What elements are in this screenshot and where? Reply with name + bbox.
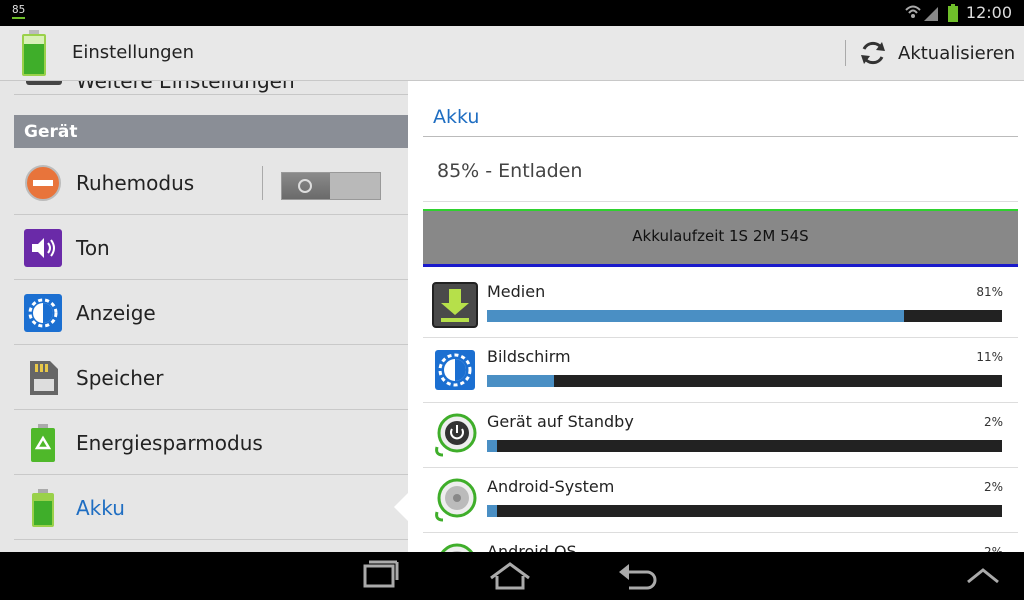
usage-percent: 81% — [976, 285, 1003, 299]
usage-name: Android OS — [487, 542, 577, 552]
signal-icon — [924, 7, 938, 21]
android-system-icon — [435, 478, 477, 522]
usage-name: Medien — [487, 282, 546, 301]
settings-item-akku[interactable]: Akku — [14, 475, 408, 540]
action-divider — [845, 40, 846, 66]
brightness-icon — [435, 350, 475, 390]
settings-item-label: Energiesparmodus — [76, 431, 263, 455]
more-settings-icon — [26, 81, 62, 85]
status-divider — [423, 201, 1018, 202]
sd-card-icon — [30, 361, 58, 395]
brightness-icon — [24, 294, 62, 332]
navigation-bar — [0, 552, 1024, 600]
battery-status: 85% - Entladen — [437, 160, 583, 182]
chevron-up-icon[interactable] — [958, 560, 1008, 592]
status-bar: 85 12:00 — [0, 0, 1024, 26]
battery-status-icon — [948, 4, 958, 22]
usage-bar-fill — [487, 505, 498, 517]
usage-percent: 2% — [983, 545, 1003, 552]
toggle-divider — [262, 166, 263, 200]
battery-graph[interactable]: Akkulaufzeit 1S 2M 54S — [423, 209, 1018, 267]
usage-percent: 11% — [976, 350, 1003, 364]
settings-item-weitere-einstellungen[interactable]: Weitere Einstellungen — [14, 81, 408, 95]
speaker-icon — [24, 229, 62, 267]
settings-item-label: Ruhemodus — [76, 171, 195, 195]
usage-row-bildschirm[interactable]: Bildschirm 11% — [423, 338, 1018, 403]
usage-row-geraet-auf-standby[interactable]: Gerät auf Standby 2% — [423, 403, 1018, 468]
settings-item-label: Ton — [76, 236, 110, 260]
back-icon[interactable] — [615, 560, 665, 592]
usage-name: Android-System — [487, 477, 615, 496]
battery-detail-panel: Akku 85% - Entladen Akkulaufzeit 1S 2M 5… — [408, 81, 1024, 552]
section-header-label: Gerät — [24, 122, 78, 142]
usage-row-android-os[interactable]: Android OS 2% — [423, 533, 1018, 552]
usage-name: Gerät auf Standby — [487, 412, 634, 431]
panel-title: Akku — [433, 106, 480, 128]
battery-level-indicator: 85 — [12, 3, 26, 19]
settings-item-label: Weitere Einstellungen — [76, 81, 295, 93]
settings-item-ton[interactable]: Ton — [14, 215, 408, 280]
usage-bar — [487, 440, 1002, 452]
usage-bar-fill — [487, 440, 498, 452]
usage-percent: 2% — [983, 480, 1003, 494]
usage-bar — [487, 310, 1002, 322]
battery-icon — [32, 489, 54, 527]
download-icon — [432, 282, 478, 328]
ruhemodus-toggle[interactable] — [281, 172, 381, 200]
action-bar: Einstellungen Aktualisieren — [0, 26, 1024, 81]
battery-app-icon — [22, 30, 46, 76]
refresh-button[interactable]: Aktualisieren — [858, 36, 1018, 70]
refresh-label: Aktualisieren — [898, 43, 1016, 64]
recent-apps-icon[interactable] — [355, 560, 405, 592]
usage-row-android-system[interactable]: Android-System 2% — [423, 468, 1018, 533]
settings-item-ruhemodus[interactable]: Ruhemodus — [14, 150, 408, 215]
battery-graph-label: Akkulaufzeit 1S 2M 54S — [632, 227, 809, 245]
power-icon — [435, 413, 477, 457]
title-divider — [423, 136, 1018, 137]
usage-percent: 2% — [983, 415, 1003, 429]
section-header-geraet: Gerät — [14, 115, 408, 148]
usage-bar-fill — [487, 375, 554, 387]
usage-bar-fill — [487, 310, 905, 322]
page-title: Einstellungen — [72, 42, 195, 63]
usage-row-medien[interactable]: Medien 81% — [423, 273, 1018, 338]
home-icon[interactable] — [485, 560, 535, 592]
usage-bar — [487, 375, 1002, 387]
settings-item-label: Anzeige — [76, 301, 156, 325]
status-icons — [905, 4, 958, 22]
settings-item-anzeige[interactable]: Anzeige — [14, 280, 408, 345]
settings-item-speicher[interactable]: Speicher — [14, 345, 408, 410]
refresh-icon — [861, 41, 885, 65]
settings-item-label: Akku — [76, 496, 125, 520]
android-os-icon — [440, 543, 474, 552]
do-not-disturb-icon — [25, 165, 61, 201]
settings-list: Weitere Einstellungen Gerät Ruhemodus To… — [0, 81, 408, 552]
clock: 12:00 — [965, 3, 1012, 22]
settings-item-label: Speicher — [76, 366, 164, 390]
wifi-icon — [905, 5, 921, 18]
settings-item-energiesparmodus[interactable]: Energiesparmodus — [14, 410, 408, 475]
usage-name: Bildschirm — [487, 347, 571, 366]
usage-bar — [487, 505, 1002, 517]
toggle-knob — [282, 173, 330, 199]
recycle-battery-icon — [31, 424, 55, 462]
toggle-off-icon — [298, 179, 312, 193]
